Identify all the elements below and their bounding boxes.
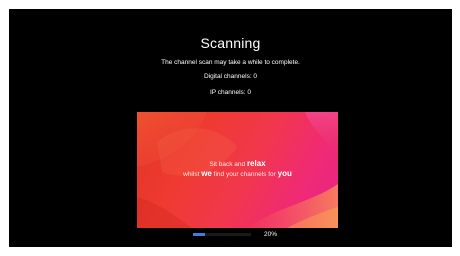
digital-channels-count: Digital channels: 0 — [203, 73, 258, 80]
banner-text-emphasis: we — [201, 169, 212, 178]
ip-channels-count: IP channels: 0 — [209, 89, 252, 96]
page-title: Scanning — [200, 35, 261, 51]
scan-subtitle: The channel scan may take a while to com… — [161, 59, 300, 66]
scan-progress-bar — [193, 233, 251, 236]
banner-text-part: find your channels for — [211, 171, 278, 178]
banner-text-part: Sit back and — [209, 161, 247, 168]
banner-line-2: whilst we find your channels for you — [137, 169, 338, 179]
banner-text-part: whilst — [183, 171, 202, 178]
banner-text-emphasis: you — [277, 169, 292, 178]
relax-banner: Sit back and relax whilst we find your c… — [137, 112, 338, 228]
scan-progress-percent: 20% — [264, 231, 278, 238]
scan-progress-fill — [193, 233, 205, 236]
scan-screen: Scanning The channel scan may take a whi… — [9, 9, 452, 247]
banner-text-emphasis: relax — [246, 159, 266, 168]
banner-line-1: Sit back and relax — [137, 159, 338, 169]
banner-message: Sit back and relax whilst we find your c… — [137, 159, 338, 179]
